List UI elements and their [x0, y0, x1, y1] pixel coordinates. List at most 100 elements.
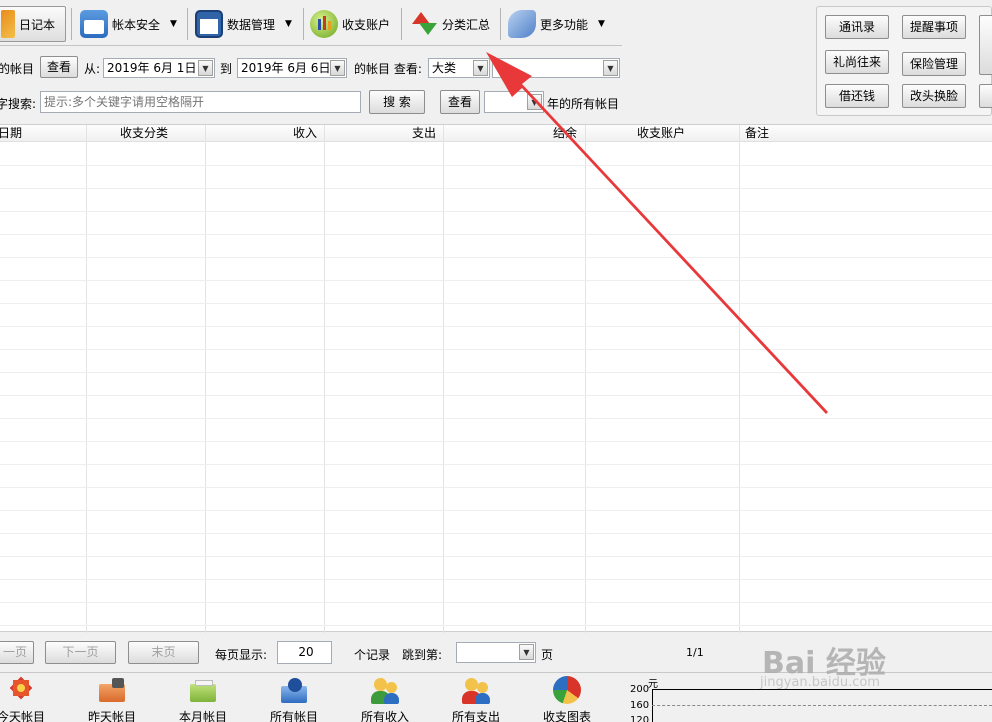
toolbar-separator	[500, 8, 501, 40]
row-divider	[0, 257, 992, 258]
column-header-notes[interactable]: 备注	[745, 125, 769, 142]
chart-label: 收支图表	[542, 710, 591, 722]
pie-chart-icon	[551, 676, 583, 706]
column-header-balance[interactable]: 结余	[553, 125, 577, 142]
app-window: 日记本 帐本安全 ▼ 数据管理 ▼ 收支账户 分类汇总 更多功能 ▼ 的帐目 查…	[0, 0, 992, 722]
users-icon	[369, 676, 401, 706]
column-header-category[interactable]: 收支分类	[120, 125, 168, 142]
per-page-input[interactable]: 20	[277, 641, 332, 664]
side-button[interactable]	[979, 15, 992, 75]
row-divider	[0, 395, 992, 396]
row-divider	[0, 418, 992, 419]
skin-button[interactable]: 改头换脸	[902, 84, 966, 108]
folder-icon	[187, 676, 219, 706]
all-income-button[interactable]: 所有收入	[350, 676, 420, 722]
mini-chart-tick: 160	[630, 700, 650, 711]
account-security-label: 帐本安全	[112, 17, 161, 32]
mini-chart-tick: 200	[630, 684, 650, 695]
side-button[interactable]	[979, 84, 992, 108]
column-header-account[interactable]: 收支账户	[637, 125, 685, 142]
category-level-value: 大类	[432, 61, 457, 75]
row-divider	[0, 234, 992, 235]
chevron-down-icon[interactable]: ▼	[527, 94, 542, 110]
more-functions-label: 更多功能	[540, 17, 589, 32]
chevron-down-icon[interactable]: ▼	[170, 19, 177, 29]
account-security-button[interactable]: 帐本安全 ▼	[80, 6, 177, 42]
quick-tools-panel: 通讯录 提醒事项 礼尚往来 保险管理 借还钱 改头换脸	[816, 6, 992, 116]
chevron-down-icon[interactable]: ▼	[519, 644, 534, 660]
search-input[interactable]	[40, 91, 361, 113]
category-summary-button[interactable]: 分类汇总	[410, 6, 490, 42]
column-header-expense[interactable]: 支出	[412, 125, 436, 142]
more-functions-button[interactable]: 更多功能 ▼	[508, 6, 605, 42]
chevron-down-icon[interactable]: ▼	[598, 19, 605, 29]
year-select[interactable]: ▼	[484, 91, 544, 113]
row-divider	[0, 579, 992, 580]
records-view-label: 的帐目 查看:	[354, 62, 422, 76]
category-select[interactable]: ▼	[492, 58, 620, 78]
category-level-select[interactable]: 大类 ▼	[428, 58, 490, 78]
income-expense-accounts-button[interactable]: 收支账户	[310, 6, 390, 42]
records-table[interactable]: 日期 收支分类 收入 支出 结余 收支账户 备注	[0, 124, 992, 633]
search-label: 字搜索:	[0, 97, 37, 111]
row-divider	[0, 556, 992, 557]
prev-page-button[interactable]: 一页	[0, 641, 34, 664]
loans-button[interactable]: 借还钱	[825, 84, 889, 108]
row-divider	[0, 165, 992, 166]
row-divider	[0, 602, 992, 603]
chart-button[interactable]: 收支图表	[532, 676, 602, 722]
insurance-button[interactable]: 保险管理	[902, 52, 966, 76]
year-view-button[interactable]: 查看	[440, 90, 480, 114]
row-divider	[0, 510, 992, 511]
column-header-date[interactable]: 日期	[0, 125, 22, 142]
data-management-button[interactable]: 数据管理 ▼	[195, 6, 292, 42]
chevron-down-icon[interactable]: ▼	[198, 60, 213, 76]
toolbar-separator	[71, 8, 72, 40]
view-button[interactable]: 查看	[40, 56, 78, 78]
folder-icon	[278, 676, 310, 706]
toolbar-separator	[187, 8, 188, 40]
mini-chart-gridline	[652, 705, 992, 706]
all-expense-button[interactable]: 所有支出	[441, 676, 511, 722]
toolbar-divider	[0, 45, 622, 46]
row-divider	[0, 303, 992, 304]
from-date-picker[interactable]: 2019年 6月 1日 ▼	[103, 58, 215, 78]
row-divider	[0, 487, 992, 488]
watermark-url: jingyan.baidu.com	[760, 675, 880, 690]
reminders-button[interactable]: 提醒事项	[902, 15, 966, 39]
chevron-down-icon[interactable]: ▼	[473, 60, 488, 76]
row-divider	[0, 625, 992, 626]
contacts-button[interactable]: 通讯录	[825, 15, 889, 39]
search-button[interactable]: 搜 索	[369, 90, 425, 114]
yesterday-records-button[interactable]: 昨天帐目	[77, 676, 147, 722]
jump-page-select[interactable]: ▼	[456, 642, 536, 663]
window-icon	[195, 10, 223, 38]
today-records-button[interactable]: 今天帐目	[0, 676, 56, 722]
next-page-button[interactable]: 下一页	[45, 641, 116, 664]
row-divider	[0, 441, 992, 442]
toolbar-separator	[303, 8, 304, 40]
gifts-button[interactable]: 礼尚往来	[825, 50, 889, 74]
diary-button[interactable]: 日记本	[0, 6, 66, 42]
this-month-records-label: 本月帐目	[178, 710, 227, 722]
mini-chart-unit: 元	[648, 679, 658, 690]
column-header-income[interactable]: 收入	[293, 125, 317, 142]
all-records-button[interactable]: 所有帐目	[259, 676, 329, 722]
row-divider	[0, 326, 992, 327]
chevron-down-icon[interactable]: ▼	[285, 19, 292, 29]
jump-label: 跳到第:	[402, 648, 443, 662]
last-page-button[interactable]: 末页	[128, 641, 199, 664]
folder-icon	[96, 676, 128, 706]
all-income-label: 所有收入	[360, 710, 409, 722]
data-management-label: 数据管理	[227, 17, 276, 32]
income-expense-accounts-label: 收支账户	[342, 17, 391, 32]
from-label: 从:	[84, 62, 101, 76]
toolbar-separator	[401, 8, 402, 40]
per-page-label: 每页显示:	[215, 648, 268, 662]
diary-label: 日记本	[19, 17, 56, 32]
chevron-down-icon[interactable]: ▼	[330, 60, 345, 76]
chevron-down-icon[interactable]: ▼	[603, 60, 618, 76]
starburst-icon	[5, 676, 37, 706]
to-date-picker[interactable]: 2019年 6月 6日 ▼	[237, 58, 347, 78]
this-month-records-button[interactable]: 本月帐目	[168, 676, 238, 722]
